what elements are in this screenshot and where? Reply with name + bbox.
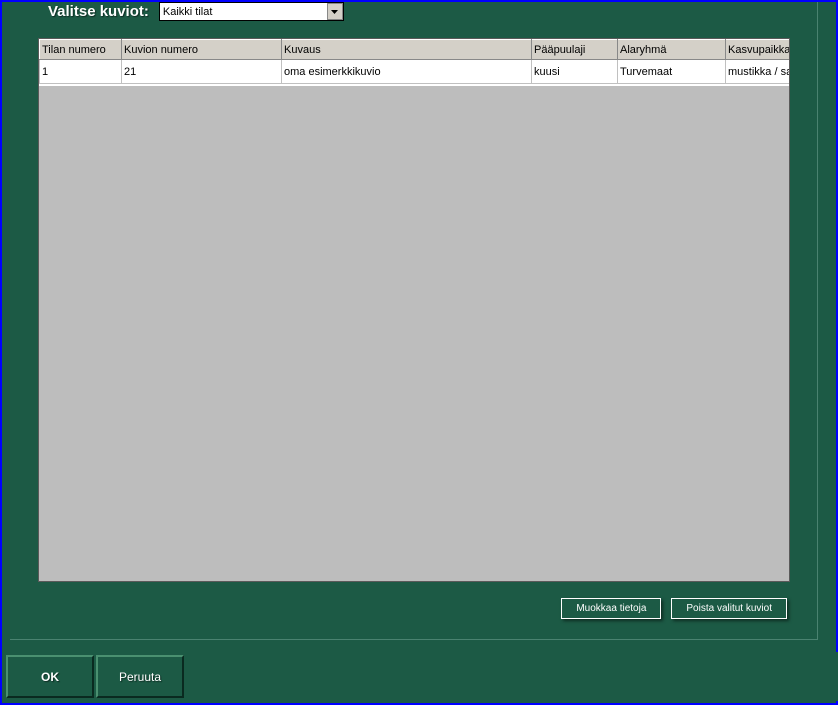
header-alaryhma[interactable]: Alaryhmä <box>618 40 726 60</box>
ok-button[interactable]: OK <box>6 655 94 698</box>
edit-button[interactable]: Muokkaa tietoja <box>561 598 661 619</box>
header-kasvupaikka[interactable]: Kasvupaikka <box>726 40 791 60</box>
cell-kasvupaikka[interactable]: mustikka / sa <box>726 60 791 84</box>
table-row[interactable]: 1 21 oma esimerkkikuvio kuusi Turvemaat … <box>40 60 791 84</box>
filter-row: Valitse kuviot: Kaikki tilat <box>48 2 344 21</box>
data-table[interactable]: Tilan numero Kuvion numero Kuvaus Pääpuu… <box>39 39 790 84</box>
filter-label: Valitse kuviot: <box>48 3 149 20</box>
header-paapuulaji[interactable]: Pääpuulaji <box>532 40 618 60</box>
cell-kuvaus[interactable]: oma esimerkkikuvio <box>282 60 532 84</box>
cell-tila-numero[interactable]: 1 <box>40 60 122 84</box>
filter-selected-value: Kaikki tilat <box>163 6 213 18</box>
delete-selected-button[interactable]: Poista valitut kuviot <box>671 598 787 619</box>
header-kuvion-numero[interactable]: Kuvion numero <box>122 40 282 60</box>
table-empty-area <box>39 86 789 581</box>
main-panel: Valitse kuviot: Kaikki tilat Tilan numer… <box>10 2 818 640</box>
cell-alaryhma[interactable]: Turvemaat <box>618 60 726 84</box>
table-header-row: Tilan numero Kuvion numero Kuvaus Pääpuu… <box>40 40 791 60</box>
cell-kuvion-numero[interactable]: 21 <box>122 60 282 84</box>
header-tila-numero[interactable]: Tilan numero <box>40 40 122 60</box>
filter-dropdown[interactable]: Kaikki tilat <box>159 2 344 21</box>
chevron-down-icon <box>327 3 343 20</box>
bottom-bar: OK Peruuta <box>4 652 838 701</box>
header-kuvaus[interactable]: Kuvaus <box>282 40 532 60</box>
cancel-button[interactable]: Peruuta <box>96 655 184 698</box>
action-button-row: Muokkaa tietoja Poista valitut kuviot <box>561 598 787 619</box>
data-table-container: Tilan numero Kuvion numero Kuvaus Pääpuu… <box>38 38 790 582</box>
cell-paapuulaji[interactable]: kuusi <box>532 60 618 84</box>
